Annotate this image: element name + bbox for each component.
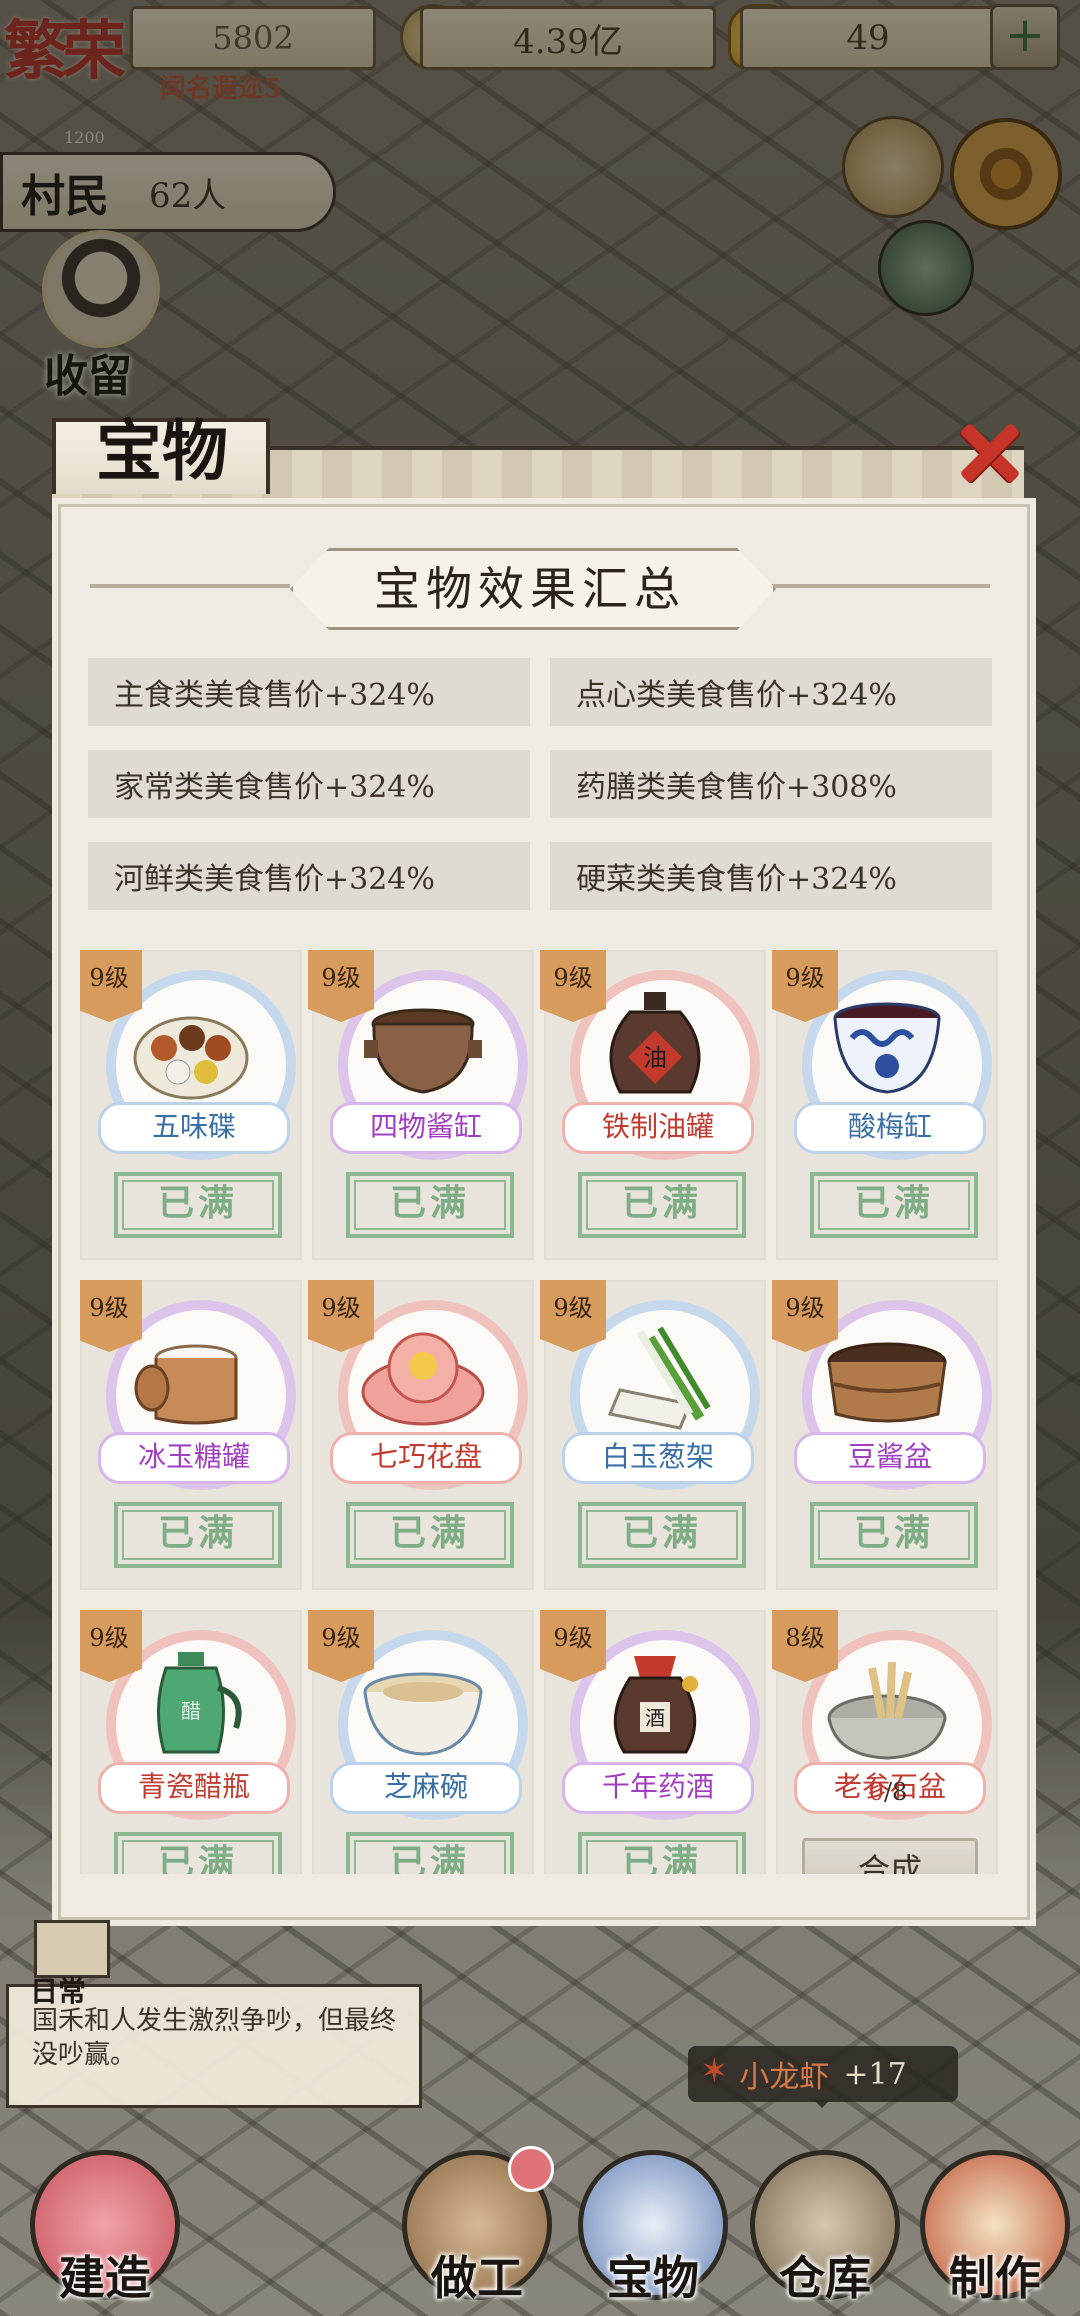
treasure-card-laoshenshipen[interactable]: 8级 老参石盆 0/8 合成 [772,1610,998,1874]
maxed-button[interactable]: 已满 [114,1502,282,1568]
bean-paste-basin-icon [827,1342,947,1423]
maxed-button[interactable]: 已满 [114,1832,282,1874]
treasure-card-bingyutangguan[interactable]: 9级 冰玉糖罐 已满 [80,1280,302,1590]
item-name: 千年药酒 [562,1762,754,1814]
level-badge: 9级 [540,1610,606,1682]
item-name: 青瓷醋瓶 [98,1762,290,1814]
level-badge: 9级 [80,1610,142,1682]
nav-label: 制作 [949,2251,1041,2305]
event-text: 国禾和人发生激烈争吵，但最终没吵赢。 [32,2006,397,2070]
treasure-card-tiezhiyouguan[interactable]: 9级 油 铁制油罐 已满 [540,950,766,1260]
level-badge: 9级 [80,1280,142,1352]
crayfish-icon: ✶ [700,2051,729,2091]
level-badge: 9级 [308,1280,374,1352]
treasure-card-qingcicuping[interactable]: 9级 醋 青瓷醋瓶 已满 [80,1610,302,1874]
scallion-stand-icon [607,1326,711,1430]
item-name: 四物酱缸 [330,1102,522,1154]
nav-label: 宝物 [607,2251,699,2305]
plum-bowl-icon [833,1002,941,1094]
item-name: 酸梅缸 [794,1102,986,1154]
item-name: 铁制油罐 [562,1102,754,1154]
effect-item: 主食类美食售价+324% [88,658,530,726]
effect-item: 河鲜类美食售价+324% [88,842,530,910]
nav-warehouse[interactable]: 仓库 [740,2150,910,2316]
item-name: 白玉葱架 [562,1432,754,1484]
nav-craft[interactable]: 制作 [910,2150,1080,2316]
notification-dot [508,2146,554,2192]
nav-treasure[interactable]: 宝物 [568,2150,738,2316]
summary-header: 宝物效果汇总 [290,548,770,624]
close-icon[interactable] [948,410,1028,490]
maxed-button[interactable]: 已满 [578,1832,746,1874]
item-name: 豆酱盆 [794,1432,986,1484]
item-name: 冰玉糖罐 [98,1432,290,1484]
level-badge: 9级 [540,1280,606,1352]
divider [770,584,990,588]
maxed-button[interactable]: 已满 [810,1502,978,1568]
divider [90,584,290,588]
nav-label: 建造 [59,2251,151,2305]
nav-build[interactable]: 建造 [20,2150,190,2316]
level-badge: 9级 [80,950,142,1022]
svg-text:醋: 醋 [181,1699,201,1723]
nav-label: 做工 [431,2251,523,2305]
modal-title: 宝物 [96,412,228,490]
maxed-button[interactable]: 已满 [810,1172,978,1238]
treasure-card-siwujianggang[interactable]: 9级 四物酱缸 已满 [308,950,534,1260]
treasure-card-qiqiaohuapan[interactable]: 9级 七巧花盘 已满 [308,1280,534,1590]
reward-name: 小龙虾 [739,2060,830,2095]
herbal-wine-jar-icon: 酒 [613,1656,698,1754]
five-flavor-dish-icon [133,1016,249,1100]
oil-jar-icon: 油 [609,992,701,1094]
sesame-bowl-icon [363,1672,483,1756]
maxed-button[interactable]: 已满 [578,1172,746,1238]
level-badge: 9级 [540,950,606,1022]
item-name: 芝麻碗 [330,1762,522,1814]
effect-item: 药膳类美食售价+308% [550,750,992,818]
progress-current: 0 [868,1778,884,1806]
level-badge: 9级 [772,1280,838,1352]
treasure-card-wuweidie[interactable]: 9级 五味碟 已满 [80,950,302,1260]
treasure-card-zhimawan[interactable]: 9级 芝麻碗 已满 [308,1610,534,1874]
treasure-card-doujiangpen[interactable]: 9级 豆酱盆 已满 [772,1280,998,1590]
synthesize-button[interactable]: 合成 [802,1838,978,1874]
level-badge: 8级 [772,1610,838,1682]
svg-text:酒: 酒 [645,1706,665,1730]
maxed-button[interactable]: 已满 [346,1502,514,1568]
svg-text:油: 油 [643,1044,667,1072]
item-name: 五味碟 [98,1102,290,1154]
sugar-jar-icon [134,1344,238,1425]
treasure-card-baiyucongjia[interactable]: 9级 白玉葱架 已满 [540,1280,766,1590]
upgrade-progress: 0/8 [838,1778,938,1806]
summary-title: 宝物效果汇总 [374,562,686,616]
treasure-card-suanmeigang[interactable]: 9级 酸梅缸 已满 [772,950,998,1260]
flower-plate-icon [361,1332,485,1426]
maxed-button[interactable]: 已满 [114,1172,282,1238]
effect-item: 点心类美食售价+324% [550,658,992,726]
sauce-jar-icon [364,1008,482,1094]
level-badge: 9级 [308,1610,374,1682]
progress-total: /8 [883,1778,908,1806]
maxed-button[interactable]: 已满 [346,1832,514,1874]
maxed-button[interactable]: 已满 [578,1502,746,1568]
reward-amount: +17 [843,2056,907,2092]
ginseng-basin-icon [827,1661,947,1760]
level-badge: 9级 [772,950,838,1022]
treasure-card-qiannianyaojiu[interactable]: 9级 酒 千年药酒 已满 [540,1610,766,1874]
effect-item: 家常类美食售价+324% [88,750,530,818]
maxed-button[interactable]: 已满 [346,1172,514,1238]
level-badge: 9级 [308,950,374,1022]
treasure-grid[interactable]: 9级 五味碟 已满 9级 四物酱缸 已满 9级 油 铁制油罐 已满 9级 酸梅缸… [80,950,1000,1874]
item-name: 七巧花盘 [330,1432,522,1484]
vinegar-bottle-icon: 醋 [157,1652,242,1754]
nav-label: 仓库 [779,2251,871,2305]
effect-item: 硬菜类美食售价+324% [550,842,992,910]
